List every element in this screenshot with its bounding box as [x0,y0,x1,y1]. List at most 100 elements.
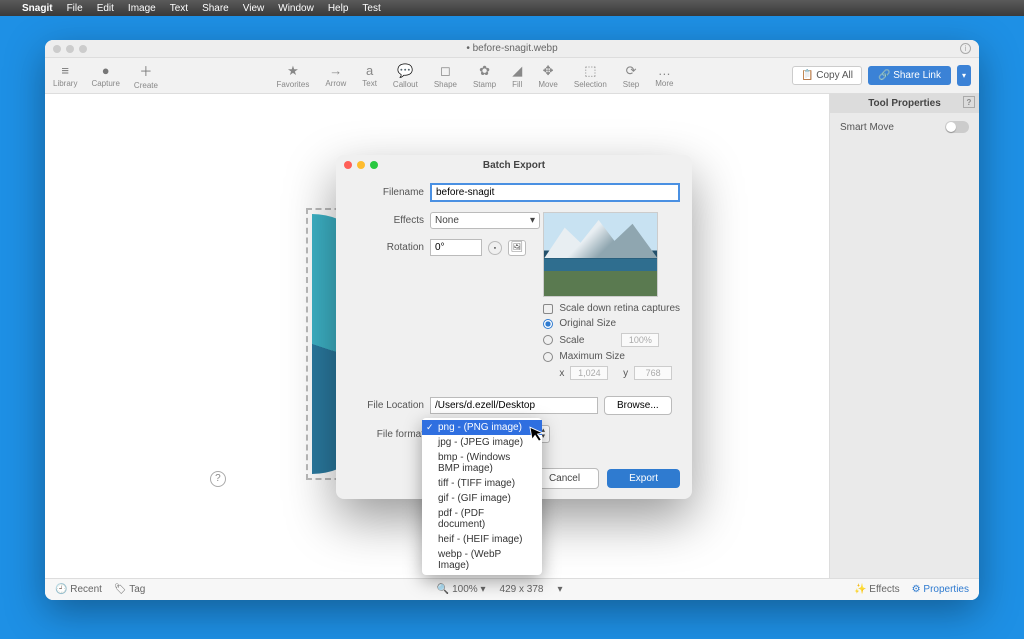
menu-test[interactable]: Test [362,3,380,14]
step-icon: ⟳ [626,63,637,79]
move-icon: ✥ [543,63,554,79]
x-label: x [559,368,564,379]
window-traffic-lights[interactable] [53,45,87,53]
file-format-dropdown[interactable]: png - (PNG image) jpg - (JPEG image) bmp… [422,418,542,575]
y-label: y [623,368,628,379]
zoom-level[interactable]: 🔍 100% ▾ [437,584,486,595]
format-option-tiff[interactable]: tiff - (TIFF image) [422,476,542,491]
format-option-png[interactable]: png - (PNG image) [422,420,542,435]
menu-share[interactable]: Share [202,3,229,14]
help-icon[interactable]: ? [963,96,975,108]
share-link-button[interactable]: 🔗 Share Link [868,66,951,85]
create-icon: ＋ [139,61,152,80]
file-location-label: File Location [348,400,424,411]
original-size-label: Original Size [559,318,616,329]
titlebar: • before-snagit.webp i [45,40,979,58]
filename-label: Filename [348,187,424,198]
copy-all-button[interactable]: 📋 Copy All [792,66,862,85]
dialog-title: Batch Export [483,160,545,171]
export-button[interactable]: Export [607,469,680,488]
capture-icon: ● [102,63,110,78]
recent-button[interactable]: 🕘 Recent [55,584,102,595]
menu-help[interactable]: Help [328,3,349,14]
preview-thumbnail [543,212,658,297]
text-icon: a [366,63,373,78]
scale-down-checkbox[interactable] [543,304,553,314]
format-option-pdf[interactable]: pdf - (PDF document) [422,506,542,532]
tool-stamp[interactable]: ✿Stamp [473,63,496,89]
tool-callout[interactable]: 💬Callout [393,63,418,89]
format-option-bmp[interactable]: bmp - (Windows BMP image) [422,450,542,476]
max-size-radio[interactable] [543,352,553,362]
width-input[interactable] [570,366,608,380]
rotate-image-button[interactable]: 🖼 [508,240,526,256]
dialog-help-icon[interactable]: ? [210,471,226,487]
tool-move[interactable]: ✥Move [538,63,558,89]
dialog-traffic-lights[interactable] [344,161,378,169]
menu-file[interactable]: File [67,3,83,14]
format-option-webp[interactable]: webp - (WebP Image) [422,547,542,573]
capture-button[interactable]: ●Capture [91,63,119,88]
max-size-label: Maximum Size [559,351,625,362]
dimensions-label: 429 x 378 [500,584,544,595]
statusbar: 🕘 Recent 🏷 Tag 🔍 100% ▾ 429 x 378 ▾ ✨ Ef… [45,578,979,600]
window-title: • before-snagit.webp [466,43,557,54]
callout-icon: 💬 [397,63,413,79]
rotation-dial[interactable]: ● [488,241,502,255]
rotation-input[interactable] [430,239,482,256]
tool-text[interactable]: aText [362,63,377,89]
stamp-icon: ✿ [479,63,490,79]
tag-button[interactable]: 🏷 Tag [114,584,145,595]
format-option-jpg[interactable]: jpg - (JPEG image) [422,435,542,450]
smart-move-toggle[interactable] [945,121,969,133]
scale-label: Scale [559,335,584,346]
share-dropdown-button[interactable]: ▾ [957,65,971,86]
menu-image[interactable]: Image [128,3,156,14]
toolbar-left: ≡Library ●Capture ＋Create [53,61,158,90]
properties-button[interactable]: ⚙ Properties [912,584,969,595]
library-button[interactable]: ≡Library [53,63,77,88]
format-option-gif[interactable]: gif - (GIF image) [422,491,542,506]
toolbar: ≡Library ●Capture ＋Create ★Favorites →Ar… [45,58,979,94]
selection-icon: ⬚ [584,63,596,79]
mac-menubar: Snagit File Edit Image Text Share View W… [0,0,1024,16]
scale-down-label: Scale down retina captures [559,303,680,314]
tool-shape[interactable]: ◻Shape [434,63,457,89]
effects-select[interactable]: None▾ [430,212,540,229]
rotation-label: Rotation [348,242,424,253]
height-input[interactable] [634,366,672,380]
smart-move-label: Smart Move [840,122,894,133]
scale-pct-input[interactable] [621,333,659,347]
more-icon: … [658,63,671,78]
browse-button[interactable]: Browse... [604,396,672,415]
fill-icon: ◢ [512,63,522,79]
toolbar-center: ★Favorites →Arrow aText 💬Callout ◻Shape … [158,63,792,89]
tool-more[interactable]: …More [655,63,673,89]
menu-view[interactable]: View [243,3,265,14]
scale-radio[interactable] [543,335,553,345]
properties-header: Tool Properties ? [830,94,979,113]
create-button[interactable]: ＋Create [134,61,158,90]
tool-step[interactable]: ⟳Step [623,63,639,89]
filename-input[interactable] [430,183,680,202]
effects-label: Effects [348,215,424,226]
toolbar-right: 📋 Copy All 🔗 Share Link ▾ [792,65,971,86]
tool-selection[interactable]: ⬚Selection [574,63,607,89]
menu-text[interactable]: Text [170,3,188,14]
info-icon[interactable]: i [960,43,971,54]
properties-panel: Tool Properties ? Smart Move [829,94,979,578]
arrow-icon: → [329,63,342,78]
tool-fill[interactable]: ◢Fill [512,63,522,89]
tool-arrow[interactable]: →Arrow [325,63,346,89]
effects-button[interactable]: ✨ Effects [854,584,900,595]
chevron-down-icon: ▾ [530,215,535,226]
library-icon: ≡ [61,63,69,78]
format-option-heif[interactable]: heif - (HEIF image) [422,532,542,547]
menu-window[interactable]: Window [278,3,314,14]
file-location-input[interactable] [430,397,598,414]
tool-favorites[interactable]: ★Favorites [276,63,309,89]
menu-app[interactable]: Snagit [22,3,53,14]
menu-edit[interactable]: Edit [97,3,114,14]
file-format-label: File format [348,429,424,440]
original-size-radio[interactable] [543,319,553,329]
